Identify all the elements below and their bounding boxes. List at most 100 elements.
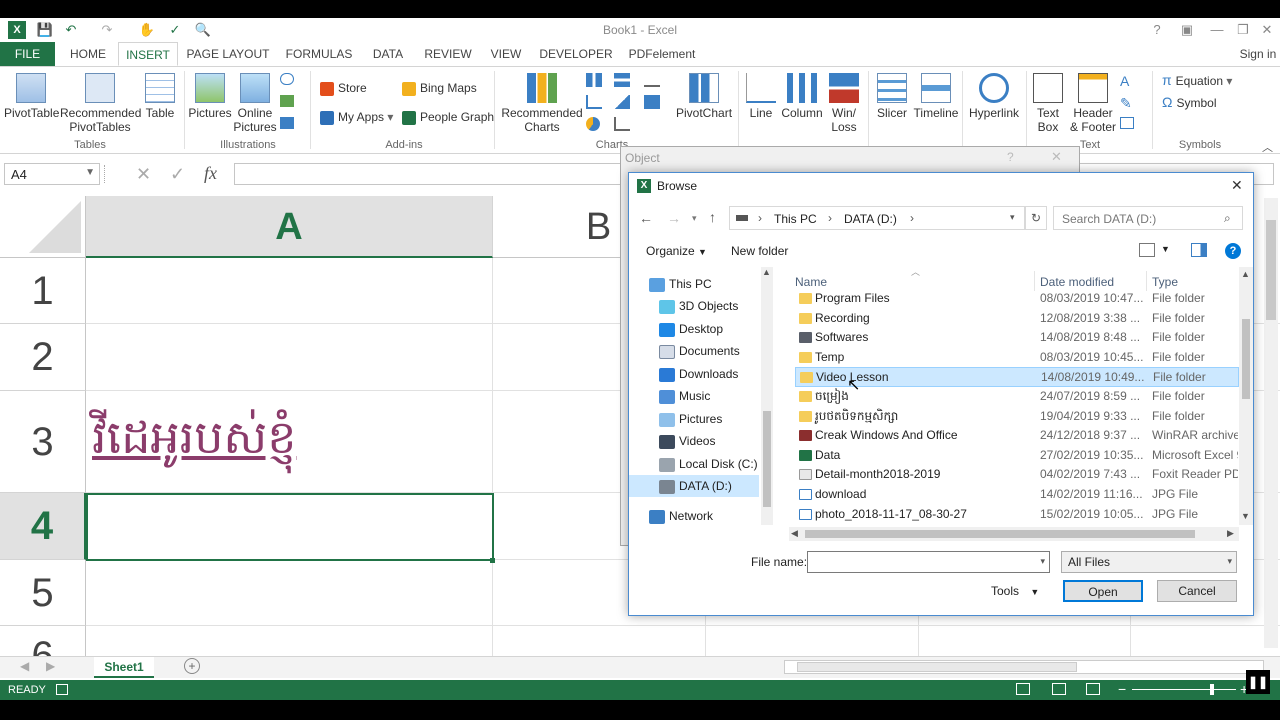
vertical-scroll-thumb[interactable] — [1266, 220, 1276, 320]
column-date-header[interactable]: Date modified — [1040, 275, 1114, 289]
filter-dropdown-icon[interactable]: ▾ — [1227, 556, 1232, 567]
cell-a3[interactable]: វីដេអូរបស់ខ្ញុំ — [92, 392, 296, 482]
list-item[interactable]: Data 27/02/2019 10:35... Microsoft Excel 9… — [795, 446, 1239, 466]
chart-type-icons[interactable] — [586, 73, 666, 133]
refresh-icon[interactable]: ↻ — [1025, 206, 1047, 230]
next-sheet-icon[interactable]: ▶ — [46, 659, 55, 673]
bing-maps-button[interactable]: Bing Maps — [402, 81, 477, 96]
new-folder-button[interactable]: New folder — [731, 244, 788, 258]
row-header-5[interactable]: 5 — [0, 560, 86, 626]
list-item[interactable]: Softwares 14/08/2019 8:48 ... File folder — [795, 328, 1239, 348]
list-item[interactable]: Detail-month2018-2019 04/02/2019 7:43 ...… — [795, 465, 1239, 485]
cancel-entry-icon[interactable]: ✕ — [136, 164, 151, 185]
help-circle-icon[interactable]: ? — [1225, 243, 1241, 259]
select-all-corner[interactable] — [0, 196, 86, 258]
tab-review[interactable]: REVIEW — [420, 42, 476, 66]
list-item[interactable]: download 14/02/2019 11:16... JPG File — [795, 485, 1239, 505]
collapse-ribbon-icon[interactable]: ︿ — [1262, 139, 1273, 155]
tools-button[interactable]: Tools ▼ — [991, 584, 1039, 598]
file-name-input[interactable]: ▾ — [807, 551, 1050, 573]
file-scroll-thumb[interactable] — [1242, 319, 1250, 399]
help-icon[interactable]: ? — [1148, 21, 1166, 39]
name-box[interactable]: A4 ▼ — [4, 163, 100, 185]
tab-formulas[interactable]: FORMULAS — [282, 42, 356, 66]
restore-icon[interactable]: ❐ — [1234, 21, 1252, 39]
text-box-button[interactable]: Text Box — [1030, 73, 1066, 134]
online-pictures-button[interactable]: Online Pictures — [232, 73, 278, 134]
sign-in-link[interactable]: Sign in — [1236, 42, 1280, 66]
tab-data[interactable]: DATA — [366, 42, 410, 66]
row-header-1[interactable]: 1 — [0, 258, 86, 324]
search-box[interactable]: Search DATA (D:) ⌕ — [1053, 206, 1243, 230]
tab-insert[interactable]: INSERT — [118, 42, 178, 66]
file-list-vertical-scrollbar[interactable]: ▲ ▼ — [1239, 267, 1253, 525]
cancel-button[interactable]: Cancel — [1157, 580, 1237, 602]
horizontal-scroll-thumb[interactable] — [797, 662, 1077, 672]
zoom-slider-thumb[interactable] — [1210, 684, 1214, 695]
page-layout-view-icon[interactable] — [1052, 683, 1066, 695]
store-button[interactable]: Store — [320, 81, 367, 96]
zoom-slider[interactable] — [1132, 689, 1236, 690]
sparkline-column-button[interactable]: Column — [780, 73, 824, 120]
zoom-out-icon[interactable]: − — [1118, 681, 1126, 697]
scroll-down-icon[interactable]: ▼ — [1241, 511, 1250, 521]
preview-pane-icon[interactable] — [1191, 243, 1207, 257]
close-icon[interactable]: ✕ — [1258, 21, 1276, 39]
tab-file[interactable]: FILE — [0, 42, 55, 66]
symbol-button[interactable]: Ω Symbol — [1162, 95, 1216, 110]
list-item-selected[interactable]: Video Lesson 14/08/2019 10:49... File fold… — [795, 367, 1239, 387]
vertical-scrollbar[interactable] — [1264, 198, 1278, 648]
page-break-view-icon[interactable] — [1086, 683, 1100, 695]
column-name-header[interactable]: Name — [795, 275, 827, 289]
row-header-4[interactable]: 4 — [0, 493, 86, 560]
path-data-d[interactable]: DATA (D:) — [844, 212, 897, 226]
header-footer-button[interactable]: Header & Footer — [1068, 73, 1118, 134]
browse-close-icon[interactable]: ✕ — [1231, 177, 1243, 194]
up-arrow-icon[interactable]: ↑ — [709, 209, 716, 225]
tab-pdfelement[interactable]: PDFelement — [626, 42, 698, 66]
new-sheet-icon[interactable]: + — [184, 658, 200, 674]
sheet-tab-sheet1[interactable]: Sheet1 — [94, 657, 154, 678]
organize-button[interactable]: Organize ▼ — [646, 244, 707, 258]
tab-view[interactable]: VIEW — [486, 42, 526, 66]
hyperlink-button[interactable]: Hyperlink — [966, 73, 1022, 120]
pictures-button[interactable]: Pictures — [188, 73, 232, 120]
prev-sheet-icon[interactable]: ◀ — [20, 659, 29, 673]
pause-icon[interactable]: ❚❚ — [1246, 670, 1270, 694]
row-header-2[interactable]: 2 — [0, 324, 86, 391]
nav-scroll-up-icon[interactable]: ▲ — [762, 267, 771, 277]
object-help-icon[interactable]: ? — [1007, 150, 1014, 164]
list-item[interactable]: Program Files 08/03/2019 10:47... File fol… — [795, 291, 1239, 309]
column-header-a[interactable]: A — [86, 196, 493, 258]
active-cell-a4[interactable] — [86, 493, 494, 561]
sparkline-winloss-button[interactable]: Win/ Loss — [826, 73, 862, 134]
recommended-pivottables-button[interactable]: Recommended PivotTables — [60, 73, 141, 134]
view-options-icon[interactable] — [1139, 243, 1155, 257]
list-item[interactable]: Creak Windows And Office 24/12/2018 9:37 … — [795, 426, 1239, 446]
formula-bar-grip[interactable] — [104, 165, 106, 183]
fill-handle[interactable] — [490, 558, 495, 563]
normal-view-icon[interactable] — [1016, 683, 1030, 695]
list-item[interactable]: Temp 08/03/2019 10:45... File folder — [795, 348, 1239, 368]
open-button[interactable]: Open — [1063, 580, 1143, 602]
macro-record-icon[interactable] — [56, 684, 68, 695]
back-arrow-icon[interactable]: ← — [639, 210, 653, 226]
column-type-header[interactable]: Type — [1152, 275, 1178, 289]
slicer-button[interactable]: Slicer — [872, 73, 912, 120]
address-dropdown-icon[interactable]: ▾ — [1010, 212, 1015, 223]
list-item[interactable]: Recording 12/08/2019 3:38 ... File folder — [795, 309, 1239, 329]
recent-locations-icon[interactable]: ▾ — [692, 213, 697, 224]
pivotchart-button[interactable]: PivotChart — [676, 73, 732, 120]
file-list-horizontal-scrollbar[interactable]: ◀ ▶ — [789, 527, 1239, 541]
file-name-dropdown-icon[interactable]: ▾ — [1040, 556, 1045, 567]
horizontal-scrollbar[interactable] — [784, 660, 1264, 674]
text-more-icons[interactable]: A ✎ — [1120, 73, 1142, 133]
path-this-pc[interactable]: This PC — [774, 212, 817, 226]
list-item[interactable]: ចម្រៀង 24/07/2019 8:59 ... File folder — [795, 387, 1239, 407]
my-apps-button[interactable]: My Apps ▾ — [320, 110, 393, 125]
equation-button[interactable]: π Equation ▾ — [1162, 73, 1232, 88]
scroll-right-icon[interactable]: ▶ — [1227, 528, 1234, 539]
confirm-entry-icon[interactable]: ✓ — [170, 164, 185, 185]
shapes-smartart-icons[interactable] — [280, 73, 302, 133]
row-header-3[interactable]: 3 — [0, 391, 86, 493]
